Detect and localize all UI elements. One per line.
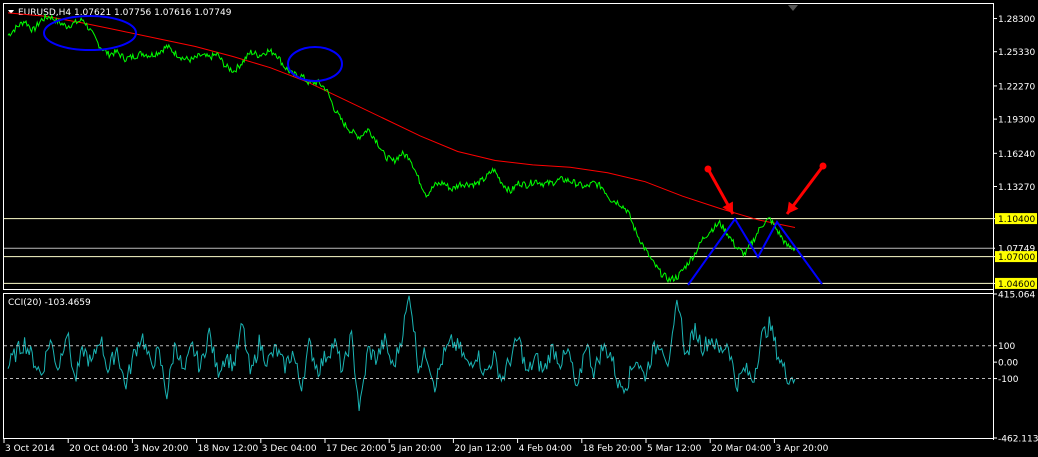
cci-tick-label: -462.1133 — [998, 435, 1038, 445]
price-axis-labels: 1.28300 1.25330 1.22270 1.19300 1.16240 1.132… — [993, 15, 1037, 290]
price-tick-label: 1.13270 — [998, 183, 1035, 193]
time-tick-label: 20 Oct 04:00 — [69, 444, 128, 454]
cci-tick-label: 100 — [998, 342, 1015, 352]
shift-marker-icon[interactable] — [788, 5, 798, 11]
cci-title: CCI(20) -103.4659 — [8, 298, 91, 308]
chart-stage: EURUSD,H4 1.07621 1.07756 1.07616 1.0774… — [3, 3, 1038, 454]
time-tick-label: 4 Feb 04:00 — [519, 444, 573, 454]
price-level-label: 1.07000 — [998, 253, 1035, 263]
cci-line — [7, 295, 796, 412]
price-tick-label: 1.22270 — [998, 82, 1035, 92]
time-tick-label: 3 Apr 20:00 — [775, 444, 828, 454]
moving-average-line — [7, 12, 796, 228]
time-tick-label: 20 Mar 04:00 — [711, 444, 771, 454]
price-tick-label: 1.19300 — [998, 116, 1035, 126]
annotation-layer — [43, 15, 827, 286]
time-tick-label: 5 Jan 20:00 — [390, 444, 442, 454]
moving-average-layer — [7, 12, 796, 228]
cci-axis-labels: 415.064 100 0.00 -100 -462.1133 — [4, 291, 1038, 445]
time-tick-label: 5 Mar 12:00 — [647, 444, 702, 454]
price-level-label: 1.10400 — [998, 215, 1035, 225]
cci-layer — [7, 295, 796, 412]
arrow-tail-dot — [704, 165, 712, 173]
time-tick-label: 18 Nov 12:00 — [198, 444, 259, 454]
cci-tick-label: -100 — [998, 375, 1019, 385]
price-level-label: 1.04600 — [998, 280, 1035, 290]
time-tick-label: 18 Feb 20:00 — [583, 444, 642, 454]
time-tick-label: 3 Oct 2014 — [5, 444, 55, 454]
cci-tick-label: 0.00 — [998, 359, 1018, 369]
time-tick-label: 3 Dec 04:00 — [262, 444, 317, 454]
price-line — [7, 12, 796, 284]
time-tick-label: 17 Dec 20:00 — [326, 444, 387, 454]
double-top-trendline — [687, 217, 823, 286]
time-axis-labels: 3 Oct 2014 20 Oct 04:00 3 Nov 20:00 18 Nov … — [3, 439, 829, 454]
annotation-ellipse — [43, 15, 137, 51]
price-tick-label: 1.28300 — [998, 15, 1035, 25]
time-tick-label: 3 Nov 20:00 — [133, 444, 188, 454]
price-tick-label: 1.16240 — [998, 150, 1035, 160]
arrow-tail-dot — [819, 162, 827, 170]
annotation-ellipse — [287, 46, 343, 82]
time-tick-label: 20 Jan 12:00 — [454, 444, 511, 454]
price-layer — [7, 12, 796, 284]
price-tick-label: 1.25330 — [998, 48, 1035, 58]
chart-title: EURUSD,H4 1.07621 1.07756 1.07616 1.0774… — [18, 8, 232, 18]
cci-tick-label: 415.064 — [998, 291, 1035, 301]
main-chart-frame — [3, 3, 994, 290]
horizontal-levels — [4, 218, 993, 284]
